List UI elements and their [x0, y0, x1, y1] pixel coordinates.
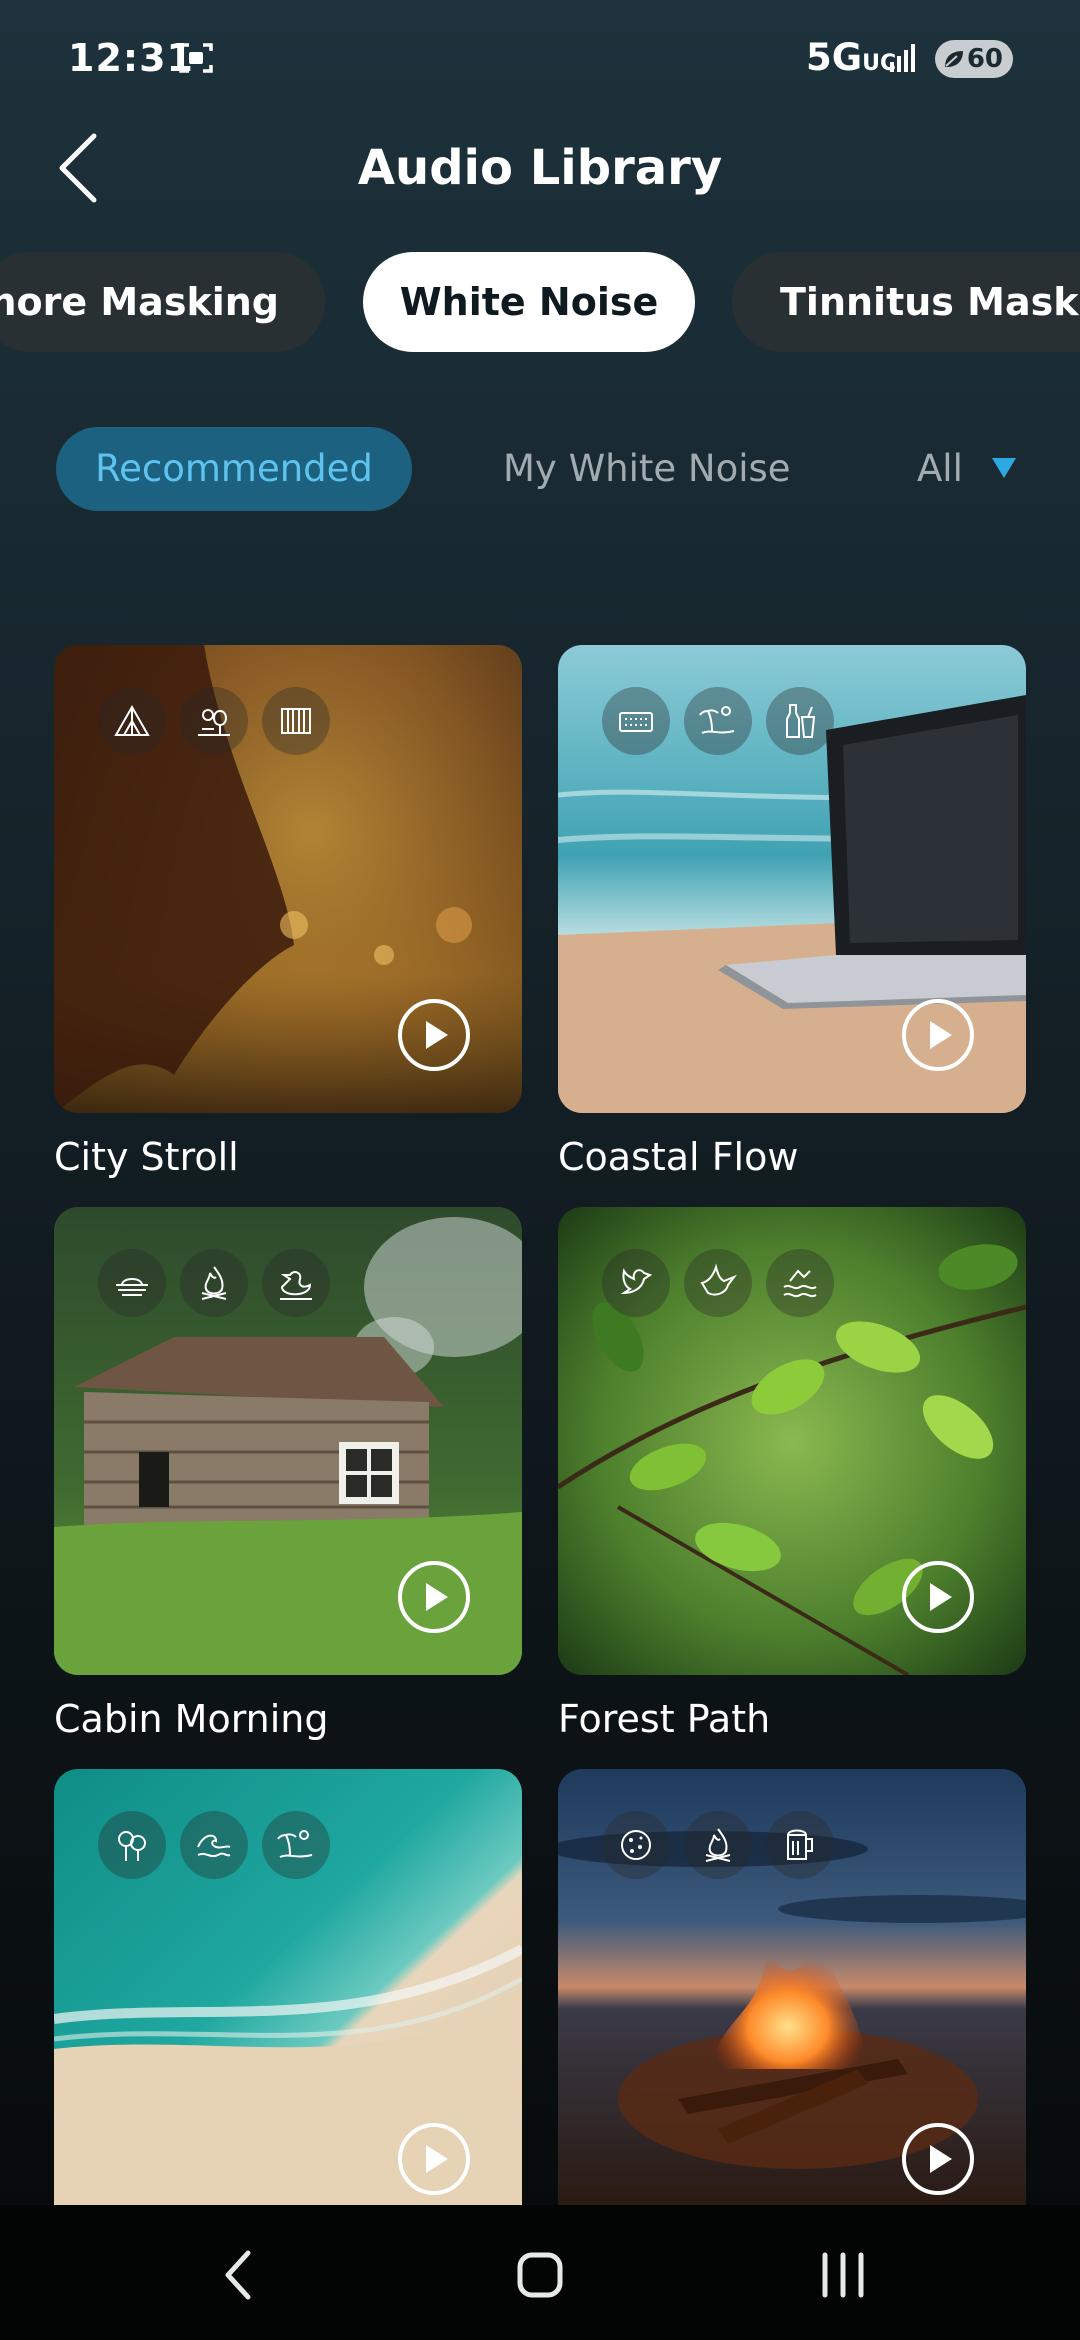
- tent-icon: [98, 687, 166, 755]
- nav-recents-icon[interactable]: [803, 2245, 883, 2305]
- sound-card-city-stroll[interactable]: [54, 645, 522, 1113]
- tree-icon: [98, 1811, 166, 1879]
- sound-card-cabin-morning[interactable]: [54, 1207, 522, 1675]
- battery-saver-icon: [945, 51, 963, 67]
- cookie-icon: [602, 1811, 670, 1879]
- battery-indicator: 60: [935, 40, 1013, 78]
- sound-card-campfire[interactable]: [558, 1769, 1026, 2205]
- sound-title: Coastal Flow: [558, 1135, 799, 1179]
- bird-icon: [602, 1249, 670, 1317]
- category-tabs: nore Masking White Noise Tinnitus Maskin: [0, 252, 1080, 354]
- filter-recommended[interactable]: Recommended: [56, 427, 412, 511]
- beer-icon: [766, 1811, 834, 1879]
- play-button-icon[interactable]: [396, 1559, 472, 1635]
- tab-tinnitus-masking[interactable]: Tinnitus Maskin: [732, 252, 1080, 352]
- page-title: Audio Library: [357, 140, 723, 196]
- fire-icon: [684, 1811, 752, 1879]
- network-indicator: 5GUC: [806, 36, 897, 79]
- card-icons: [602, 1249, 834, 1317]
- fire-icon: [180, 1249, 248, 1317]
- signal-icon: [890, 44, 915, 72]
- tab-snore-masking[interactable]: nore Masking: [0, 252, 325, 352]
- dove-icon: [684, 1249, 752, 1317]
- accordion-icon: [262, 687, 330, 755]
- play-button-icon[interactable]: [900, 2121, 976, 2197]
- card-icons: [98, 1811, 330, 1879]
- card-icons: [602, 1811, 834, 1879]
- play-button-icon[interactable]: [900, 997, 976, 1073]
- wave-icon: [180, 1811, 248, 1879]
- filter-bar: Recommended My White Noise All: [0, 427, 1080, 513]
- caret-down-icon[interactable]: [992, 458, 1016, 478]
- sunrise-icon: [98, 1249, 166, 1317]
- drinks-icon: [766, 687, 834, 755]
- play-button-icon[interactable]: [900, 1559, 976, 1635]
- sound-card-coastal-flow[interactable]: [558, 645, 1026, 1113]
- screen-record-icon: [179, 43, 213, 73]
- filter-all-dropdown[interactable]: All: [917, 427, 963, 511]
- play-button-icon[interactable]: [396, 997, 472, 1073]
- sound-card-forest-path[interactable]: [558, 1207, 1026, 1675]
- beach-icon: [262, 1811, 330, 1879]
- sound-title: Forest Path: [558, 1697, 771, 1741]
- card-icons: [98, 687, 330, 755]
- duck-icon: [262, 1249, 330, 1317]
- keyboard-icon: [602, 687, 670, 755]
- card-icons: [602, 687, 834, 755]
- header: Audio Library: [0, 118, 1080, 218]
- card-icons: [98, 1249, 330, 1317]
- stream-icon: [766, 1249, 834, 1317]
- sound-title: Cabin Morning: [54, 1697, 329, 1741]
- nav-back-icon[interactable]: [200, 2245, 280, 2305]
- filter-my-white-noise[interactable]: My White Noise: [503, 427, 791, 511]
- play-button-icon[interactable]: [396, 2121, 472, 2197]
- status-bar: 12:31 5GUC 60: [0, 0, 1080, 118]
- sound-title: City Stroll: [54, 1135, 239, 1179]
- status-time: 12:31: [68, 36, 194, 80]
- tab-white-noise[interactable]: White Noise: [363, 252, 695, 352]
- system-nav-bar: [0, 2205, 1080, 2340]
- beach-icon: [684, 687, 752, 755]
- sound-card-ocean-shore[interactable]: [54, 1769, 522, 2205]
- park-icon: [180, 687, 248, 755]
- nav-home-icon[interactable]: [500, 2245, 580, 2305]
